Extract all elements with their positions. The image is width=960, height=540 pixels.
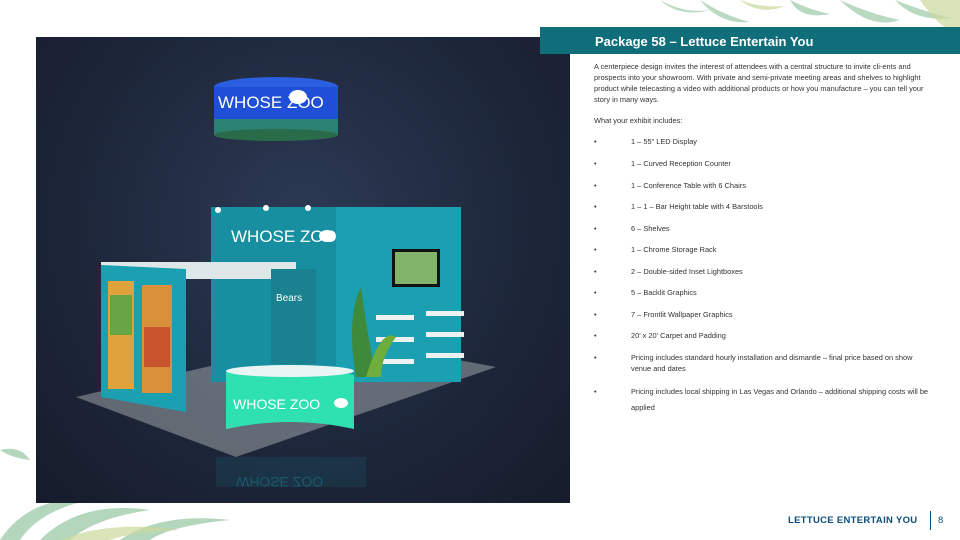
booth-rendering-image: WHOSE ZOO WHOSE ZOO Bears WHOSE ZOO WHOS… [36,37,570,503]
list-item: • 2 – Double-sided Inset Lightboxes [594,266,930,277]
list-item: • 1 – Chrome Storage Rack [594,244,930,255]
bullet-dot: • [594,266,597,276]
list-item-text: 5 – Backlit Graphics [631,288,697,297]
list-item: • 20' x 20' Carpet and Padding [594,330,930,341]
bullet-dot: • [594,288,597,297]
list-item: • Pricing includes local shipping in Las … [594,384,930,416]
footer-divider [930,511,931,530]
list-item-text: 1 – Chrome Storage Rack [631,245,717,254]
slide-title: Package 58 – Lettuce Entertain You [595,34,814,49]
bullet-dot: • [594,137,597,146]
list-item: • 1 – Curved Reception Counter [594,158,930,169]
bullet-dot: • [594,223,597,233]
bullet-dot: • [594,309,597,319]
list-item-text: 1 – Conference Table with 6 Chairs [631,180,746,190]
list-item-text: Pricing includes standard hourly install… [631,352,913,373]
bullet-dot: • [594,352,597,362]
list-item: • 1 – Conference Table with 6 Chairs [594,180,930,191]
bullet-dot: • [594,159,597,168]
list-item-text: 2 – Double-sided Inset Lightboxes [631,266,743,276]
list-item-text: 1 – 55" LED Display [631,137,697,146]
includes-label: What your exhibit includes: [594,116,683,125]
intro-paragraph: A centerpiece design invites the interes… [594,62,924,104]
bullet-dot: • [594,202,597,211]
bullet-dot: • [594,180,597,190]
list-item: • Pricing includes standard hourly instal… [594,352,930,374]
page-number: 8 [938,515,944,526]
reflection-sign-text: WHOSE ZOO [236,474,323,490]
includes-list: • 1 – 55" LED Display • 1 – Curved Recepti… [594,136,930,416]
list-item-text: Pricing includes local shipping in Las V… [631,386,929,412]
counter-sign-text: WHOSE ZOO [233,396,320,412]
wall-sign-text: Bears [276,293,302,304]
list-item-text: 1 – 1 – Bar Height table with 4 Barstool… [631,202,763,211]
list-item: • 1 – 55" LED Display [594,136,930,147]
list-item: • 7 – Frontlit Wallpaper Graphics [594,309,930,320]
list-item: • 6 – Shelves [594,223,930,234]
list-item-text: 7 – Frontlit Wallpaper Graphics [631,309,733,319]
booth-rendering-svg: WHOSE ZOO WHOSE ZOO Bears WHOSE ZOO WHOS… [76,77,496,490]
hanging-sign-text: WHOSE ZOO [218,93,324,112]
list-item-text: 20' x 20' Carpet and Padding [631,331,726,340]
bullet-dot: • [594,331,597,340]
list-item: • 1 – 1 – Bar Height table with 4 Barstoo… [594,201,930,212]
list-item: • 5 – Backlit Graphics [594,287,930,298]
list-item-text: 1 – Curved Reception Counter [631,159,731,168]
tower-sign-text: WHOSE ZOO [231,227,337,246]
bullet-dot: • [594,245,597,254]
footer-brand: LETTUCE ENTERTAIN YOU [788,515,918,526]
list-item-text: 6 – Shelves [631,223,670,233]
bullet-dot: • [594,386,597,396]
